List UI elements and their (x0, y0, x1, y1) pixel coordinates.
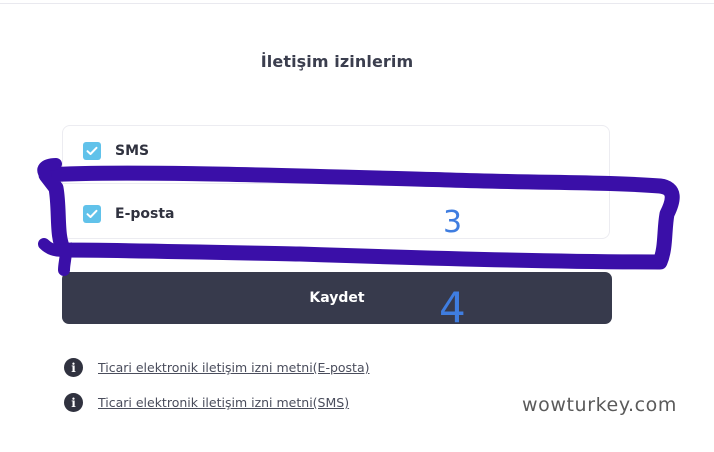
info-link-row-sms: i Ticari elektronik iletişim izni metni(… (64, 393, 349, 412)
watermark: wowturkey.com (522, 394, 677, 416)
permission-row-sms[interactable]: SMS (83, 140, 149, 162)
sms-label: SMS (115, 143, 150, 159)
highlight-tail-left-bottom (38, 238, 73, 276)
email-checkbox[interactable] (83, 205, 101, 223)
permission-row-email[interactable]: E-posta (83, 203, 175, 225)
info-icon: i (64, 393, 83, 412)
row-divider (63, 183, 609, 184)
info-link-row-email: i Ticari elektronik iletişim izni metni(… (64, 358, 369, 377)
permissions-card: SMS E-posta (62, 125, 610, 239)
page-title: İletişim izinlerim (260, 52, 414, 71)
save-button[interactable]: Kaydet (62, 272, 612, 324)
highlight-tail-left-top (37, 158, 62, 181)
contact-permissions-page: İletişim izinlerim SMS E-posta Kaydet i … (0, 0, 714, 452)
email-label: E-posta (115, 206, 175, 222)
top-divider (0, 3, 714, 4)
email-consent-text-link[interactable]: Ticari elektronik iletişim izni metni(E-… (98, 360, 369, 375)
info-icon: i (64, 358, 83, 377)
sms-consent-text-link[interactable]: Ticari elektronik iletişim izni metni(SM… (98, 395, 349, 410)
checkmark-icon (86, 146, 98, 155)
sms-checkbox[interactable] (83, 142, 101, 160)
checkmark-icon (86, 209, 98, 218)
